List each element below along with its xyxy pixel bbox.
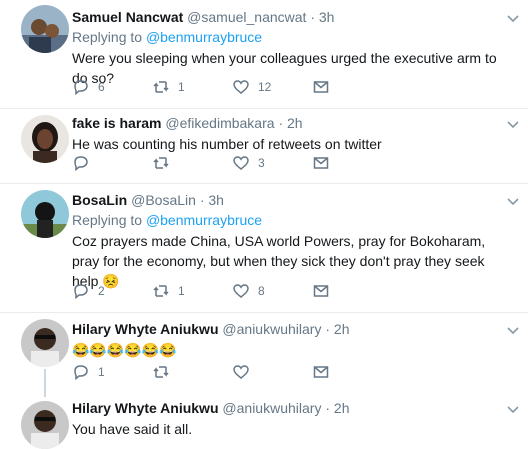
author-handle[interactable]: @aniukwuhilary [222, 321, 321, 337]
timestamp[interactable]: 3h [208, 192, 224, 208]
reply-count: 2 [98, 284, 105, 298]
avatar[interactable] [21, 115, 69, 163]
retweet-icon [153, 81, 169, 93]
reply-button[interactable] [72, 154, 152, 172]
reply-count: 1 [98, 365, 105, 379]
avatar[interactable] [21, 5, 69, 53]
chevron-down-icon[interactable] [506, 195, 520, 209]
tweet-text: He was counting his number of retweets o… [72, 136, 382, 152]
retweet-icon [153, 157, 169, 169]
tweet-item[interactable]: Hilary Whyte Aniukwu @aniukwuhilary · 2h… [0, 393, 528, 449]
retweet-count: 1 [178, 284, 185, 298]
like-button[interactable]: 8 [232, 282, 312, 300]
retweet-button[interactable] [152, 363, 232, 381]
mail-icon [313, 81, 329, 93]
author-handle[interactable]: @samuel_nancwat [187, 9, 306, 25]
like-button[interactable] [232, 363, 312, 381]
tweet-item[interactable]: Hilary Whyte Aniukwu @aniukwuhilary · 2h… [0, 313, 528, 397]
tweet-item[interactable]: BosaLin @BosaLin · 3h Replying to @benmu… [0, 184, 528, 313]
reply-button[interactable]: 1 [72, 363, 152, 381]
avatar[interactable] [21, 190, 69, 238]
chevron-down-icon[interactable] [506, 324, 520, 338]
retweet-count: 1 [178, 80, 185, 94]
message-button[interactable] [312, 282, 392, 300]
retweet-button[interactable]: 1 [152, 78, 232, 96]
chevron-down-icon[interactable] [506, 118, 520, 132]
message-button[interactable] [312, 363, 392, 381]
tweet-item[interactable]: Samuel Nancwat @samuel_nancwat · 3h Repl… [0, 0, 528, 109]
mail-icon [313, 157, 329, 169]
like-button[interactable]: 3 [232, 154, 312, 172]
timestamp[interactable]: 2h [334, 400, 350, 416]
like-count: 8 [258, 284, 265, 298]
replying-to: Replying to @benmurraybruce [72, 28, 504, 46]
heart-icon [233, 156, 249, 170]
mail-icon [313, 285, 329, 297]
separator: · [278, 115, 284, 131]
tweet-text: You have said it all. [72, 421, 193, 437]
replying-label: Replying to [72, 29, 143, 45]
retweet-button[interactable]: 1 [152, 282, 232, 300]
retweet-icon [153, 366, 169, 378]
author-name[interactable]: Samuel Nancwat [72, 9, 183, 25]
like-count: 3 [258, 156, 265, 170]
replying-to-link[interactable]: @benmurraybruce [146, 29, 262, 45]
reply-icon [74, 284, 88, 300]
mail-icon [313, 366, 329, 378]
author-name[interactable]: fake is haram [72, 115, 162, 131]
message-button[interactable] [312, 78, 392, 96]
author-name[interactable]: Hilary Whyte Aniukwu [72, 321, 219, 337]
message-button[interactable] [312, 154, 392, 172]
timestamp[interactable]: 2h [334, 321, 350, 337]
reply-icon [74, 156, 88, 172]
author-handle[interactable]: @aniukwuhilary [222, 400, 321, 416]
separator: · [325, 400, 331, 416]
chevron-down-icon[interactable] [506, 12, 520, 26]
timestamp[interactable]: 3h [319, 9, 335, 25]
heart-icon [233, 284, 249, 298]
reply-button[interactable]: 2 [72, 282, 152, 300]
heart-icon [233, 365, 249, 379]
reply-count: 6 [98, 80, 105, 94]
author-name[interactable]: BosaLin [72, 192, 127, 208]
replying-label: Replying to [72, 212, 143, 228]
like-count: 12 [258, 80, 272, 94]
avatar[interactable] [21, 401, 69, 449]
retweet-button[interactable] [152, 154, 232, 172]
chevron-down-icon[interactable] [506, 403, 520, 417]
tweet-item[interactable]: fake is haram @efikedimbakara · 2h He wa… [0, 109, 528, 184]
timestamp[interactable]: 2h [287, 115, 303, 131]
separator: · [199, 192, 205, 208]
reply-icon [74, 80, 88, 96]
author-handle[interactable]: @efikedimbakara [165, 115, 274, 131]
retweet-icon [153, 285, 169, 297]
replying-to-link[interactable]: @benmurraybruce [146, 212, 262, 228]
reply-button[interactable]: 6 [72, 78, 152, 96]
avatar[interactable] [21, 319, 69, 367]
author-name[interactable]: Hilary Whyte Aniukwu [72, 400, 219, 416]
author-handle[interactable]: @BosaLin [131, 192, 196, 208]
tweet-text: 😂😂😂😂😂😂 [72, 342, 177, 358]
separator: · [310, 9, 315, 25]
heart-icon [233, 80, 249, 94]
separator: · [325, 321, 331, 337]
like-button[interactable]: 12 [232, 78, 312, 96]
replying-to: Replying to @benmurraybruce [72, 211, 504, 229]
reply-icon [74, 365, 88, 381]
